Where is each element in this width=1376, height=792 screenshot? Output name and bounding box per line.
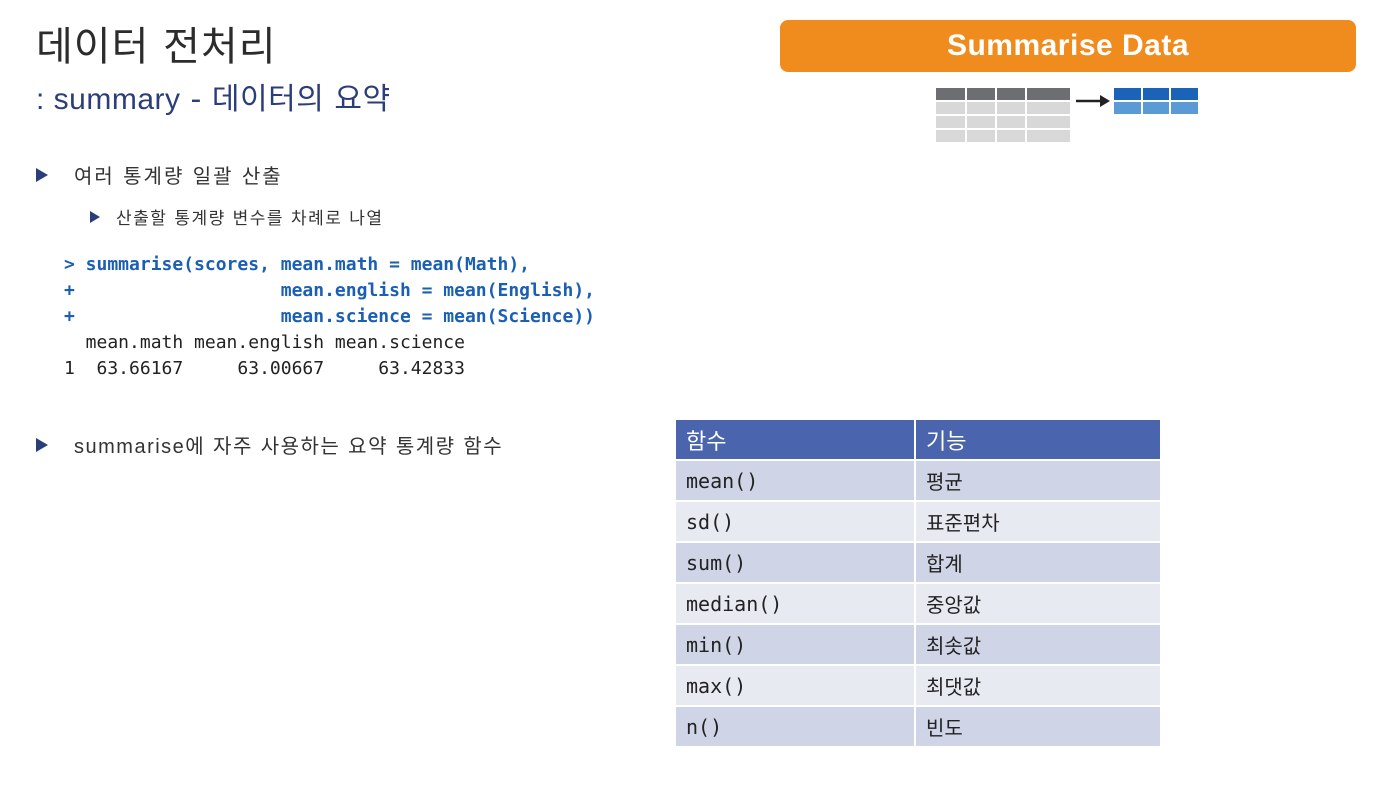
feature-cell: 중앙값 (916, 584, 1162, 625)
feature-cell: 빈도 (916, 707, 1162, 748)
subtitle-rest: 데이터의 요약 (211, 82, 391, 117)
function-cell: n() (676, 707, 916, 748)
triangle-bullet-icon (90, 210, 100, 223)
subtitle-separator: - (180, 82, 212, 117)
code-input-line: > summarise(scores, mean.math = mean(Mat… (64, 254, 530, 275)
feature-cell: 최댓값 (916, 666, 1162, 707)
summarise-diagram-icon (936, 88, 1198, 142)
function-cell: sum() (676, 543, 916, 584)
header-function: 함수 (676, 420, 916, 461)
code-output-line: 1 63.66167 63.00667 63.42833 (64, 358, 465, 379)
table-row: sum() 합계 (676, 543, 1162, 584)
function-cell: mean() (676, 461, 916, 502)
table-header-row: 함수 기능 (676, 420, 1162, 461)
table-row: mean() 평균 (676, 461, 1162, 502)
arrow-right-icon (1076, 95, 1110, 107)
bullet-text-en: summarise (74, 436, 186, 458)
result-table-icon (1114, 88, 1198, 114)
code-input-line: + mean.science = mean(Science)) (64, 306, 596, 327)
bullet-item-1: 여러 통계량 일괄 산출 (36, 160, 283, 189)
header-feature: 기능 (916, 420, 1162, 461)
summarise-data-badge: Summarise Data (780, 20, 1356, 72)
function-cell: max() (676, 666, 916, 707)
bullet-text: 산출할 통계량 변수를 차례로 나열 (116, 209, 384, 229)
bullet-text: 여러 통계량 일괄 산출 (74, 164, 283, 188)
function-cell: min() (676, 625, 916, 666)
feature-cell: 합계 (916, 543, 1162, 584)
feature-cell: 최솟값 (916, 625, 1162, 666)
bullet-item-2: 산출할 통계량 변수를 차례로 나열 (90, 204, 384, 229)
slide-subtitle: : summary - 데이터의 요약 (36, 74, 391, 118)
table-row: n() 빈도 (676, 707, 1162, 748)
triangle-bullet-icon (36, 167, 48, 182)
slide-title: 데이터 전처리 (36, 24, 277, 70)
source-table-icon (936, 88, 1070, 142)
bullet-text: summarise에 자주 사용하는 요약 통계량 함수 (74, 430, 503, 459)
table-row: max() 최댓값 (676, 666, 1162, 707)
summary-functions-table: 함수 기능 mean() 평균 sd() 표준편차 sum() 합계 media… (676, 420, 1162, 748)
table-row: median() 중앙값 (676, 584, 1162, 625)
table-row: min() 최솟값 (676, 625, 1162, 666)
feature-cell: 표준편차 (916, 502, 1162, 543)
triangle-bullet-icon (36, 437, 48, 452)
bullet-item-3: summarise에 자주 사용하는 요약 통계량 함수 (36, 430, 503, 459)
table-row: sd() 표준편차 (676, 502, 1162, 543)
function-cell: sd() (676, 502, 916, 543)
bullet-text-rest: 에 자주 사용하는 요약 통계량 함수 (185, 434, 504, 458)
subtitle-prefix: : summary (36, 83, 181, 116)
code-output-line: mean.math mean.english mean.science (64, 332, 465, 353)
code-input-line: + mean.english = mean(English), (64, 280, 596, 301)
function-cell: median() (676, 584, 916, 625)
feature-cell: 평균 (916, 461, 1162, 502)
r-code-block: > summarise(scores, mean.math = mean(Mat… (64, 252, 595, 382)
